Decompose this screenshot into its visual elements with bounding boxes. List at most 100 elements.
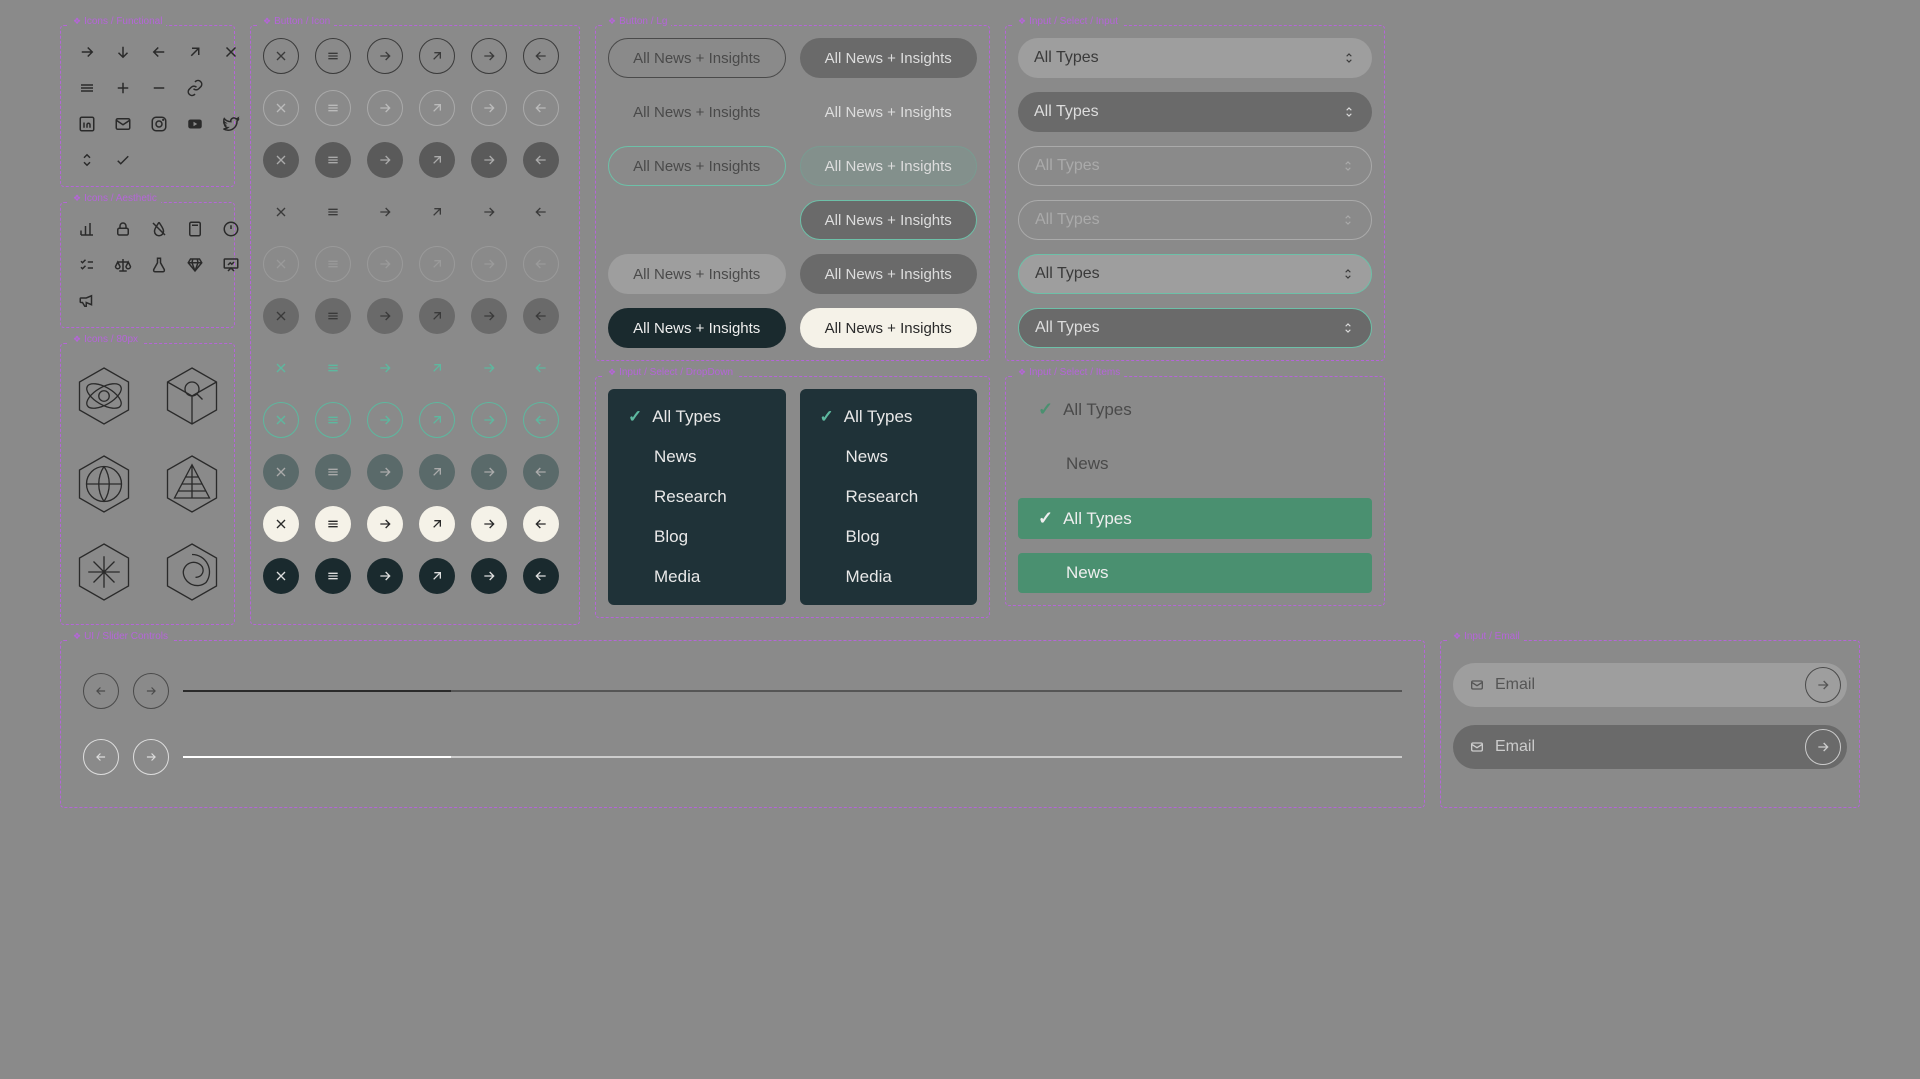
back-button[interactable] [523, 298, 559, 334]
menu-button[interactable] [315, 246, 351, 282]
back-button[interactable] [523, 90, 559, 126]
external-button[interactable] [419, 90, 455, 126]
external-button[interactable] [419, 142, 455, 178]
menu-button[interactable] [315, 38, 351, 74]
dropdown-item[interactable]: News [608, 437, 786, 477]
news-button[interactable]: All News + Insights [800, 38, 978, 78]
menu-button[interactable] [315, 402, 351, 438]
external-button[interactable] [419, 454, 455, 490]
back-button[interactable] [523, 142, 559, 178]
forward-button[interactable] [471, 194, 507, 230]
back-button[interactable] [523, 402, 559, 438]
news-button[interactable]: All News + Insights [800, 146, 978, 186]
next-button[interactable] [367, 506, 403, 542]
external-button[interactable] [419, 298, 455, 334]
back-button[interactable] [523, 246, 559, 282]
external-button[interactable] [419, 506, 455, 542]
close-button[interactable] [263, 246, 299, 282]
external-button[interactable] [419, 194, 455, 230]
back-button[interactable] [523, 350, 559, 386]
next-button[interactable] [367, 402, 403, 438]
dropdown-item[interactable]: Blog [608, 517, 786, 557]
news-button[interactable]: All News + Insights [608, 254, 786, 294]
select-input[interactable]: All Types [1018, 254, 1372, 294]
next-button[interactable] [367, 246, 403, 282]
slider-track[interactable] [183, 690, 1402, 692]
news-button[interactable]: All News + Insights [608, 146, 786, 186]
menu-button[interactable] [315, 350, 351, 386]
back-button[interactable] [523, 38, 559, 74]
slider-next-button[interactable] [133, 673, 169, 709]
back-button[interactable] [523, 506, 559, 542]
close-button[interactable] [263, 350, 299, 386]
email-input[interactable]: Email [1453, 725, 1847, 769]
forward-button[interactable] [471, 402, 507, 438]
select-input[interactable]: All Types [1018, 200, 1372, 240]
menu-button[interactable] [315, 298, 351, 334]
menu-button[interactable] [315, 558, 351, 594]
forward-button[interactable] [471, 298, 507, 334]
close-button[interactable] [263, 558, 299, 594]
external-button[interactable] [419, 402, 455, 438]
select-input[interactable]: All Types [1018, 308, 1372, 348]
forward-button[interactable] [471, 142, 507, 178]
next-button[interactable] [367, 90, 403, 126]
external-button[interactable] [419, 38, 455, 74]
close-button[interactable] [263, 38, 299, 74]
close-button[interactable] [263, 454, 299, 490]
dropdown-item[interactable]: Research [608, 477, 786, 517]
news-button[interactable]: All News + Insights [800, 254, 978, 294]
close-button[interactable] [263, 402, 299, 438]
send-button[interactable] [1805, 729, 1841, 765]
next-button[interactable] [367, 454, 403, 490]
back-button[interactable] [523, 558, 559, 594]
news-button[interactable]: All News + Insights [800, 308, 978, 348]
back-button[interactable] [523, 194, 559, 230]
next-button[interactable] [367, 38, 403, 74]
slider-track[interactable] [183, 756, 1402, 758]
select-item[interactable]: News [1018, 444, 1372, 484]
select-item[interactable]: All Types [1018, 498, 1372, 539]
forward-button[interactable] [471, 506, 507, 542]
external-button[interactable] [419, 558, 455, 594]
next-button[interactable] [367, 194, 403, 230]
dropdown-item[interactable]: News [800, 437, 978, 477]
news-button[interactable]: All News + Insights [800, 92, 978, 132]
forward-button[interactable] [471, 558, 507, 594]
next-button[interactable] [367, 298, 403, 334]
dropdown-item[interactable]: All Types [800, 397, 978, 437]
menu-button[interactable] [315, 142, 351, 178]
menu-button[interactable] [315, 454, 351, 490]
back-button[interactable] [523, 454, 559, 490]
dropdown-item[interactable]: Media [608, 557, 786, 597]
next-button[interactable] [367, 558, 403, 594]
close-button[interactable] [263, 506, 299, 542]
close-button[interactable] [263, 298, 299, 334]
slider-prev-button[interactable] [83, 673, 119, 709]
forward-button[interactable] [471, 90, 507, 126]
menu-button[interactable] [315, 506, 351, 542]
dropdown-item[interactable]: All Types [608, 397, 786, 437]
close-button[interactable] [263, 194, 299, 230]
select-item[interactable]: All Types [1018, 389, 1372, 430]
dropdown-item[interactable]: Research [800, 477, 978, 517]
next-button[interactable] [367, 350, 403, 386]
news-button[interactable]: All News + Insights [608, 308, 786, 348]
select-item[interactable]: News [1018, 553, 1372, 593]
dropdown-item[interactable]: Media [800, 557, 978, 597]
menu-button[interactable] [315, 90, 351, 126]
slider-next-button[interactable] [133, 739, 169, 775]
news-button[interactable]: All News + Insights [800, 200, 978, 240]
dropdown-item[interactable]: Blog [800, 517, 978, 557]
slider-prev-button[interactable] [83, 739, 119, 775]
forward-button[interactable] [471, 246, 507, 282]
news-button[interactable]: All News + Insights [608, 92, 786, 132]
select-input[interactable]: All Types [1018, 92, 1372, 132]
close-button[interactable] [263, 90, 299, 126]
forward-button[interactable] [471, 350, 507, 386]
select-input[interactable]: All Types [1018, 146, 1372, 186]
forward-button[interactable] [471, 38, 507, 74]
select-input[interactable]: All Types [1018, 38, 1372, 78]
external-button[interactable] [419, 350, 455, 386]
forward-button[interactable] [471, 454, 507, 490]
